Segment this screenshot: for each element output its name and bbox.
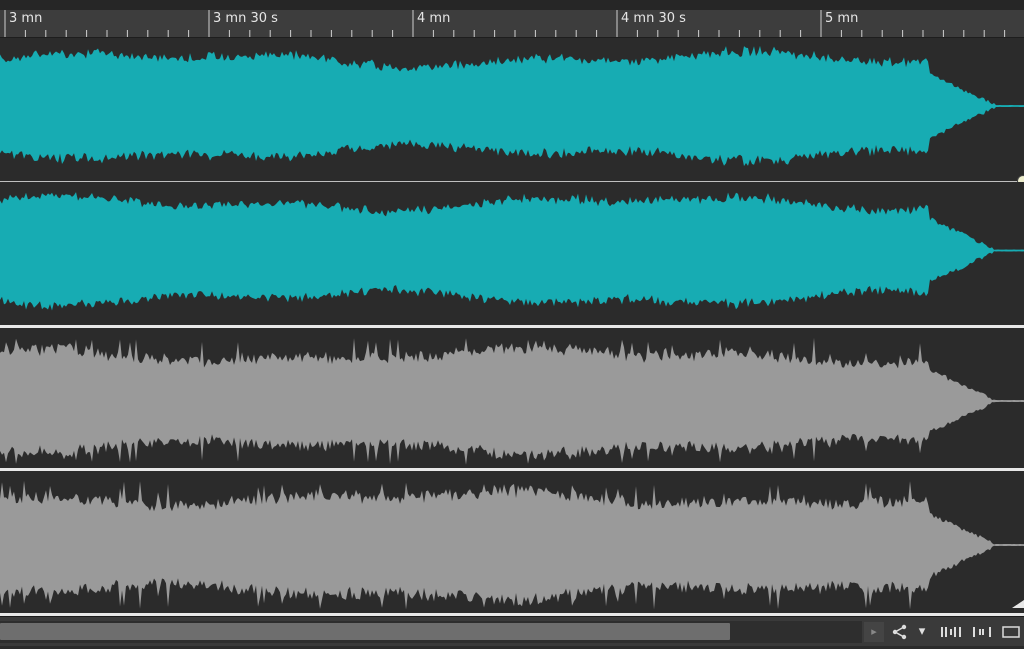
chevron-down-icon[interactable]: ▾ — [914, 621, 930, 643]
waveform-channel-3[interactable] — [0, 328, 1024, 468]
waveform-channel-1[interactable] — [0, 38, 1024, 180]
share-icon[interactable] — [890, 621, 910, 643]
window-icon[interactable] — [1000, 621, 1022, 643]
scroll-right-arrow-icon[interactable]: ▸ — [864, 622, 884, 642]
bottom-toolbar: ▸ ▾ — [0, 616, 1024, 646]
scrollbar-thumb[interactable] — [0, 623, 730, 640]
timeline-label-5mn: 5 mn — [825, 11, 859, 26]
ruler-ticks — [4, 10, 1006, 37]
waveform-envelope — [0, 192, 1024, 311]
resize-corner-icon[interactable] — [1012, 600, 1024, 608]
waveform-4-shape — [0, 480, 1024, 610]
top-strip — [0, 0, 1024, 10]
timeline-label-4mn: 4 mn — [417, 11, 451, 26]
timeline-ruler[interactable]: 3 mn 3 mn 30 s 4 mn 4 mn 30 s 5 mn — [0, 10, 1024, 38]
waveform-channel-4[interactable] — [0, 471, 1024, 613]
waveform-3-shape — [0, 337, 1024, 465]
waveform-channel-2[interactable] — [0, 182, 1024, 325]
waveform-envelope — [0, 337, 1024, 465]
timeline-label-3mn: 3 mn — [9, 11, 43, 26]
waveform-bars-alt-icon[interactable] — [970, 621, 994, 643]
waveform-envelope — [0, 45, 1024, 167]
waveform-envelope — [0, 480, 1024, 610]
timeline-label-3mn30: 3 mn 30 s — [213, 11, 278, 26]
waveform-2-shape — [0, 192, 1024, 311]
timeline-label-4mn30: 4 mn 30 s — [621, 11, 686, 26]
waveform-1-shape — [0, 45, 1024, 167]
waveform-bars-icon[interactable] — [938, 621, 966, 643]
